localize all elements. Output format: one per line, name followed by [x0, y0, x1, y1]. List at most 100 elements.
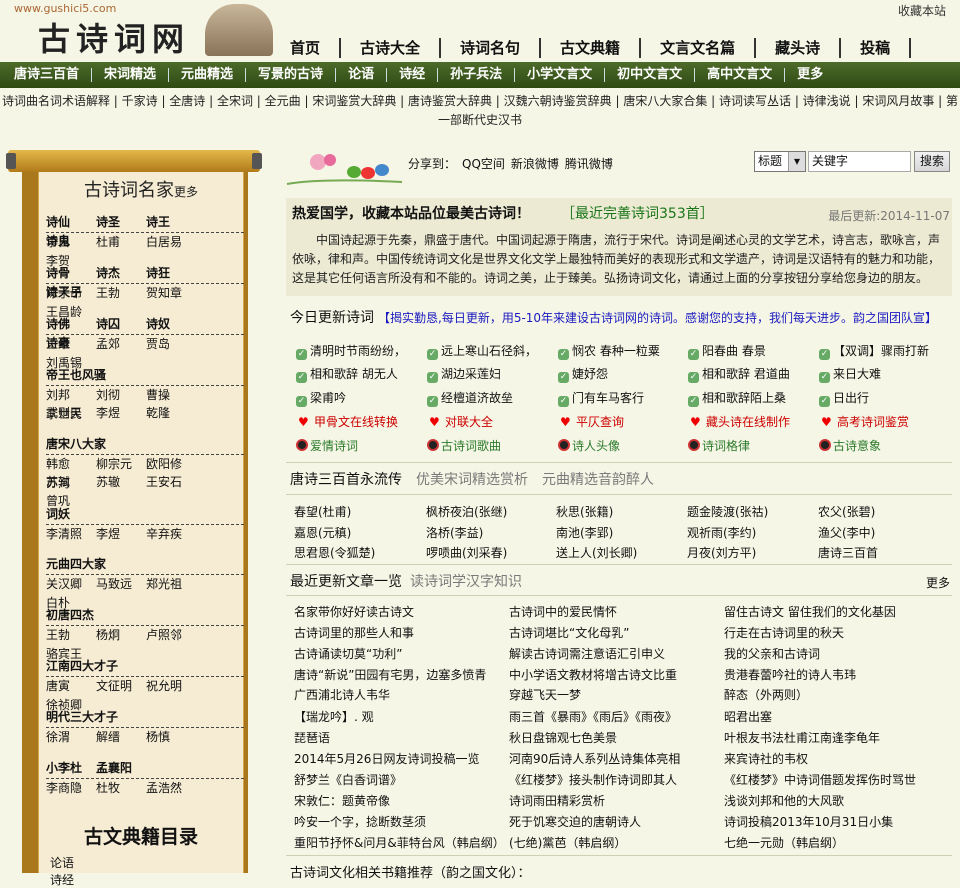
poet-link[interactable]: 李煜 [96, 404, 146, 423]
group-title[interactable]: 初唐四杰 [46, 606, 166, 625]
update-item[interactable]: ✓ 相和歌辞 胡无人 [296, 365, 398, 383]
tool-item[interactable]: ♥ 平仄查询 [560, 413, 624, 430]
cat-link[interactable]: 小学文言文 [515, 68, 606, 82]
poet-link[interactable]: 王维 [46, 335, 96, 354]
update-link[interactable]: 经檀道济故垒 [441, 391, 513, 405]
group-title[interactable]: 诗王 [146, 213, 196, 232]
poet-link[interactable]: 郑光祖 [146, 575, 196, 594]
poem-link[interactable]: 唐诗三百首 [818, 544, 878, 561]
poet-link[interactable]: 马致远 [96, 575, 146, 594]
group-title[interactable]: 诗佛 [46, 315, 96, 334]
update-item[interactable]: ✓ 湖边采莲妇 [427, 365, 501, 383]
poet-link[interactable]: 唐寅 [46, 677, 96, 696]
group-title[interactable]: 词妖 [46, 505, 166, 524]
update-item[interactable]: ✓ 门有车马客行 [558, 389, 644, 407]
update-link[interactable]: 阳春曲 春景 [702, 344, 766, 358]
poet-link[interactable]: 文征明 [96, 677, 146, 696]
poem-link[interactable]: 洛桥(李益) [426, 524, 483, 541]
update-item[interactable]: ✓ 相和歌辞陌上桑 [688, 389, 786, 407]
poet-link[interactable]: 关汉卿 [46, 575, 96, 594]
news-link[interactable]: 广西浦北诗人韦华 [294, 686, 390, 703]
group-title[interactable]: 孟襄阳 [96, 759, 166, 778]
tool-link[interactable]: 古诗词歌曲 [441, 439, 501, 453]
news-link[interactable]: 行走在古诗词里的秋天 [724, 624, 844, 641]
nav-quotes[interactable]: 诗词名句 [441, 38, 542, 58]
group-title[interactable]: 诗奴 [146, 315, 196, 334]
resource-links[interactable]: 诗词曲名词术语解释 | 千家诗 | 全唐诗 | 全宋词 | 全元曲 | 宋词鉴赏… [0, 92, 960, 130]
news-link[interactable]: 秋日盘锦观七色美景 [509, 729, 617, 746]
news-link[interactable]: 河南90后诗人系列丛诗集体亮相 [509, 750, 680, 767]
update-link[interactable]: 【双调】骤雨打新 [833, 344, 929, 358]
news-link[interactable]: (七绝)黨芭（韩启纲） [509, 834, 626, 851]
news-link[interactable]: 重阳节抒怀&问月&菲特台风（韩启纲） [294, 834, 505, 851]
cat-link[interactable]: 写景的古诗 [246, 68, 337, 82]
update-link[interactable]: 相和歌辞 君道曲 [702, 367, 790, 381]
news-link[interactable]: 古诗词里的那些人和事 [294, 624, 414, 641]
news-link[interactable]: 舒梦兰《白香词谱》 [294, 771, 402, 788]
nav-acrostic[interactable]: 藏头诗 [756, 38, 842, 58]
group-title[interactable]: 诗圣 [96, 213, 146, 232]
tab-recent-articles[interactable]: 最近更新文章一览 [290, 574, 402, 590]
intro-recent-link[interactable]: ［最近完善诗词353首］ [561, 203, 714, 223]
share-tweibo-link[interactable]: 腾讯微博 [565, 157, 613, 171]
poet-link[interactable]: 白居易 [146, 233, 196, 252]
cat-link[interactable]: 宋词精选 [92, 68, 170, 82]
news-link[interactable]: 浅谈刘邦和他的大风歌 [724, 792, 844, 809]
news-link[interactable]: 2014年5月26日网友诗词投稿一览 [294, 750, 479, 767]
poem-link[interactable]: 观祈雨(李约) [687, 524, 756, 541]
news-link[interactable]: 雨三首《暴雨》《雨后》《雨夜》 [509, 708, 677, 725]
tool-item[interactable]: 古诗意象 [819, 437, 881, 454]
cat-more-link[interactable]: 更多 [785, 68, 835, 82]
poet-link[interactable]: 李煜 [96, 525, 146, 544]
group-title[interactable]: 诗囚 [96, 315, 146, 334]
poem-link[interactable]: 嘉恩(元稹) [294, 524, 351, 541]
group-title[interactable]: 诗骨 [46, 264, 96, 283]
update-item[interactable]: ✓ 来日大难 [819, 365, 881, 383]
news-link[interactable]: 醉态（外两则） [724, 686, 808, 703]
poet-link[interactable]: 陈子昂 [46, 284, 96, 303]
group-title[interactable]: 诗仙 [46, 213, 96, 232]
update-link[interactable]: 日出行 [833, 391, 869, 405]
update-link[interactable]: 梁甫吟 [310, 391, 346, 405]
poet-link[interactable]: 李白 [46, 233, 96, 252]
group-title[interactable]: 唐宋八大家 [46, 435, 166, 454]
news-link[interactable]: 七绝一元勋（韩启纲） [724, 834, 844, 851]
poet-link[interactable]: 辛弃疾 [146, 525, 196, 544]
tool-item[interactable]: 诗人头像 [558, 437, 620, 454]
nav-submit[interactable]: 投稿 [841, 38, 912, 58]
tool-link[interactable]: 藏头诗在线制作 [706, 415, 790, 429]
poem-link[interactable]: 送上人(刘长卿) [556, 544, 637, 561]
news-link[interactable]: 【瑞龙吟】. 观 [294, 708, 374, 725]
poet-link[interactable]: 贺知章 [146, 284, 196, 303]
poet-link[interactable]: 解缙 [96, 728, 146, 747]
news-link[interactable]: 《红楼梦》中诗词借题发挥伤时骂世 [724, 771, 916, 788]
tab-song[interactable]: 优美宋词精选赏析 [416, 472, 528, 488]
poet-link[interactable]: 贾岛 [146, 335, 196, 354]
search-type-select[interactable]: 标题 [754, 151, 806, 172]
poet-link[interactable]: 韩愈 [46, 455, 96, 474]
update-link[interactable]: 湖边采莲妇 [441, 367, 501, 381]
news-more-link[interactable]: 更多 [926, 574, 950, 591]
poet-link[interactable]: 刘邦 [46, 386, 96, 405]
bookmark-link[interactable]: 收藏本站 [898, 2, 946, 19]
cat-link[interactable]: 诗经 [387, 68, 439, 82]
news-link[interactable]: 古诗词堪比“文化母乳” [509, 624, 629, 641]
news-link[interactable]: 宋敦仁：题黄帝像 [294, 792, 390, 809]
news-link[interactable]: 诗词投稿2013年10月31日小集 [724, 813, 893, 830]
update-item[interactable]: ✓ 阳春曲 春景 [688, 342, 766, 360]
poet-link[interactable]: 乾隆 [146, 404, 196, 423]
poet-link[interactable]: 李商隐 [46, 779, 96, 798]
poet-link[interactable]: 刘彻 [96, 386, 146, 405]
update-link[interactable]: 远上寒山石径斜， [441, 344, 537, 358]
update-item[interactable]: ✓ 相和歌辞 君道曲 [688, 365, 790, 383]
group-title[interactable]: 诗杰 [96, 264, 146, 283]
poem-link[interactable]: 枫桥夜泊(张继) [426, 503, 507, 520]
poet-link[interactable]: 苏轼 [46, 473, 96, 492]
poem-link[interactable]: 秋思(张籍) [556, 503, 613, 520]
tool-link[interactable]: 爱情诗词 [310, 439, 358, 453]
tool-item[interactable]: ♥ 高考诗词鉴赏 [821, 413, 909, 430]
tool-link[interactable]: 平仄查询 [576, 415, 624, 429]
tool-item[interactable]: ♥ 藏头诗在线制作 [690, 413, 790, 430]
group-title[interactable]: 诗狂 [146, 264, 196, 283]
news-link[interactable]: 名家带你好好读古诗文 [294, 603, 414, 620]
